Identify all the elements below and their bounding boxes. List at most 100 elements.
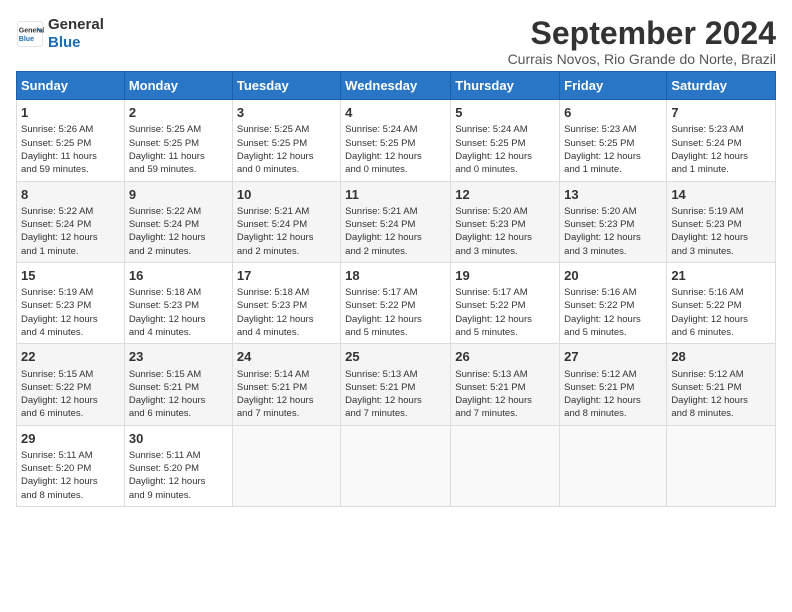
calendar-cell: 13Sunrise: 5:20 AMSunset: 5:23 PMDayligh… (560, 181, 667, 262)
calendar-cell: 9Sunrise: 5:22 AMSunset: 5:24 PMDaylight… (124, 181, 232, 262)
calendar-cell: 1Sunrise: 5:26 AMSunset: 5:25 PMDaylight… (17, 100, 125, 181)
calendar-cell: 22 Sunrise: 5:15 AMSunset: 5:22 PMDayligh… (17, 344, 125, 425)
calendar-table: SundayMondayTuesdayWednesdayThursdayFrid… (16, 71, 776, 507)
calendar-body: 1Sunrise: 5:26 AMSunset: 5:25 PMDaylight… (17, 100, 776, 507)
day-number: 16 (129, 267, 228, 285)
day-header-thursday: Thursday (451, 72, 560, 100)
day-info: Sunrise: 5:26 AMSunset: 5:25 PMDaylight:… (21, 123, 120, 176)
day-number: 7 (671, 104, 771, 122)
day-number: 1 (21, 104, 120, 122)
day-info: Sunrise: 5:18 AMSunset: 5:23 PMDaylight:… (129, 286, 228, 339)
day-number: 22 (21, 348, 120, 366)
day-info: Sunrise: 5:15 AMSunset: 5:22 PMDaylight:… (21, 368, 120, 421)
location-title: Currais Novos, Rio Grande do Norte, Braz… (508, 51, 776, 67)
calendar-cell (667, 425, 776, 506)
calendar-cell: 10Sunrise: 5:21 AMSunset: 5:24 PMDayligh… (232, 181, 340, 262)
calendar-cell: 17Sunrise: 5:18 AMSunset: 5:23 PMDayligh… (232, 262, 340, 343)
logo-icon: General Blue (16, 20, 44, 48)
calendar-week-row: 1Sunrise: 5:26 AMSunset: 5:25 PMDaylight… (17, 100, 776, 181)
day-number: 17 (237, 267, 336, 285)
day-info: Sunrise: 5:11 AMSunset: 5:20 PMDaylight:… (21, 449, 120, 502)
calendar-cell (341, 425, 451, 506)
day-info: Sunrise: 5:25 AMSunset: 5:25 PMDaylight:… (237, 123, 336, 176)
calendar-cell: 15Sunrise: 5:19 AMSunset: 5:23 PMDayligh… (17, 262, 125, 343)
day-info: Sunrise: 5:19 AMSunset: 5:23 PMDaylight:… (21, 286, 120, 339)
day-number: 27 (564, 348, 662, 366)
day-info: Sunrise: 5:19 AMSunset: 5:23 PMDaylight:… (671, 205, 771, 258)
day-number: 15 (21, 267, 120, 285)
calendar-cell: 5Sunrise: 5:24 AMSunset: 5:25 PMDaylight… (451, 100, 560, 181)
day-number: 30 (129, 430, 228, 448)
svg-text:Blue: Blue (19, 36, 34, 43)
day-number: 18 (345, 267, 446, 285)
day-info: Sunrise: 5:25 AMSunset: 5:25 PMDaylight:… (129, 123, 228, 176)
day-info: Sunrise: 5:13 AMSunset: 5:21 PMDaylight:… (455, 368, 555, 421)
calendar-cell: 27 Sunrise: 5:12 AMSunset: 5:21 PMDayligh… (560, 344, 667, 425)
day-header-sunday: Sunday (17, 72, 125, 100)
day-info: Sunrise: 5:21 AMSunset: 5:24 PMDaylight:… (237, 205, 336, 258)
calendar-cell: 4Sunrise: 5:24 AMSunset: 5:25 PMDaylight… (341, 100, 451, 181)
day-info: Sunrise: 5:20 AMSunset: 5:23 PMDaylight:… (564, 205, 662, 258)
day-number: 10 (237, 186, 336, 204)
day-info: Sunrise: 5:15 AMSunset: 5:21 PMDaylight:… (129, 368, 228, 421)
day-number: 26 (455, 348, 555, 366)
day-number: 4 (345, 104, 446, 122)
day-info: Sunrise: 5:20 AMSunset: 5:23 PMDaylight:… (455, 205, 555, 258)
calendar-cell: 28 Sunrise: 5:12 AMSunset: 5:21 PMDayligh… (667, 344, 776, 425)
day-info: Sunrise: 5:22 AMSunset: 5:24 PMDaylight:… (21, 205, 120, 258)
calendar-cell (560, 425, 667, 506)
day-info: Sunrise: 5:12 AMSunset: 5:21 PMDaylight:… (671, 368, 771, 421)
day-info: Sunrise: 5:12 AMSunset: 5:21 PMDaylight:… (564, 368, 662, 421)
day-info: Sunrise: 5:17 AMSunset: 5:22 PMDaylight:… (345, 286, 446, 339)
calendar-cell (451, 425, 560, 506)
calendar-cell: 14Sunrise: 5:19 AMSunset: 5:23 PMDayligh… (667, 181, 776, 262)
calendar-cell: 16Sunrise: 5:18 AMSunset: 5:23 PMDayligh… (124, 262, 232, 343)
calendar-cell: 23 Sunrise: 5:15 AMSunset: 5:21 PMDayligh… (124, 344, 232, 425)
day-number: 29 (21, 430, 120, 448)
day-number: 25 (345, 348, 446, 366)
calendar-cell: 25 Sunrise: 5:13 AMSunset: 5:21 PMDayligh… (341, 344, 451, 425)
day-number: 6 (564, 104, 662, 122)
calendar-cell: 12Sunrise: 5:20 AMSunset: 5:23 PMDayligh… (451, 181, 560, 262)
day-number: 23 (129, 348, 228, 366)
day-number: 9 (129, 186, 228, 204)
day-header-tuesday: Tuesday (232, 72, 340, 100)
day-info: Sunrise: 5:24 AMSunset: 5:25 PMDaylight:… (455, 123, 555, 176)
day-header-friday: Friday (560, 72, 667, 100)
day-number: 12 (455, 186, 555, 204)
day-number: 2 (129, 104, 228, 122)
day-number: 21 (671, 267, 771, 285)
day-info: Sunrise: 5:23 AMSunset: 5:24 PMDaylight:… (671, 123, 771, 176)
calendar-week-row: 15Sunrise: 5:19 AMSunset: 5:23 PMDayligh… (17, 262, 776, 343)
day-info: Sunrise: 5:23 AMSunset: 5:25 PMDaylight:… (564, 123, 662, 176)
calendar-cell: 30Sunrise: 5:11 AMSunset: 5:20 PMDayligh… (124, 425, 232, 506)
calendar-cell: 26 Sunrise: 5:13 AMSunset: 5:21 PMDayligh… (451, 344, 560, 425)
day-info: Sunrise: 5:14 AMSunset: 5:21 PMDaylight:… (237, 368, 336, 421)
calendar-cell: 19Sunrise: 5:17 AMSunset: 5:22 PMDayligh… (451, 262, 560, 343)
calendar-cell: 29Sunrise: 5:11 AMSunset: 5:20 PMDayligh… (17, 425, 125, 506)
day-number: 5 (455, 104, 555, 122)
calendar-week-row: 8Sunrise: 5:22 AMSunset: 5:24 PMDaylight… (17, 181, 776, 262)
day-info: Sunrise: 5:18 AMSunset: 5:23 PMDaylight:… (237, 286, 336, 339)
calendar-cell: 8Sunrise: 5:22 AMSunset: 5:24 PMDaylight… (17, 181, 125, 262)
calendar-cell: 18Sunrise: 5:17 AMSunset: 5:22 PMDayligh… (341, 262, 451, 343)
day-number: 28 (671, 348, 771, 366)
day-number: 20 (564, 267, 662, 285)
day-header-wednesday: Wednesday (341, 72, 451, 100)
day-number: 13 (564, 186, 662, 204)
day-header-saturday: Saturday (667, 72, 776, 100)
day-info: Sunrise: 5:16 AMSunset: 5:22 PMDaylight:… (564, 286, 662, 339)
day-info: Sunrise: 5:13 AMSunset: 5:21 PMDaylight:… (345, 368, 446, 421)
day-info: Sunrise: 5:24 AMSunset: 5:25 PMDaylight:… (345, 123, 446, 176)
day-info: Sunrise: 5:21 AMSunset: 5:24 PMDaylight:… (345, 205, 446, 258)
calendar-cell (232, 425, 340, 506)
calendar-cell: 11Sunrise: 5:21 AMSunset: 5:24 PMDayligh… (341, 181, 451, 262)
day-info: Sunrise: 5:22 AMSunset: 5:24 PMDaylight:… (129, 205, 228, 258)
calendar-cell: 7Sunrise: 5:23 AMSunset: 5:24 PMDaylight… (667, 100, 776, 181)
day-info: Sunrise: 5:16 AMSunset: 5:22 PMDaylight:… (671, 286, 771, 339)
calendar-cell: 21Sunrise: 5:16 AMSunset: 5:22 PMDayligh… (667, 262, 776, 343)
calendar-week-row: 22 Sunrise: 5:15 AMSunset: 5:22 PMDayligh… (17, 344, 776, 425)
day-number: 24 (237, 348, 336, 366)
day-number: 19 (455, 267, 555, 285)
calendar-cell: 2Sunrise: 5:25 AMSunset: 5:25 PMDaylight… (124, 100, 232, 181)
